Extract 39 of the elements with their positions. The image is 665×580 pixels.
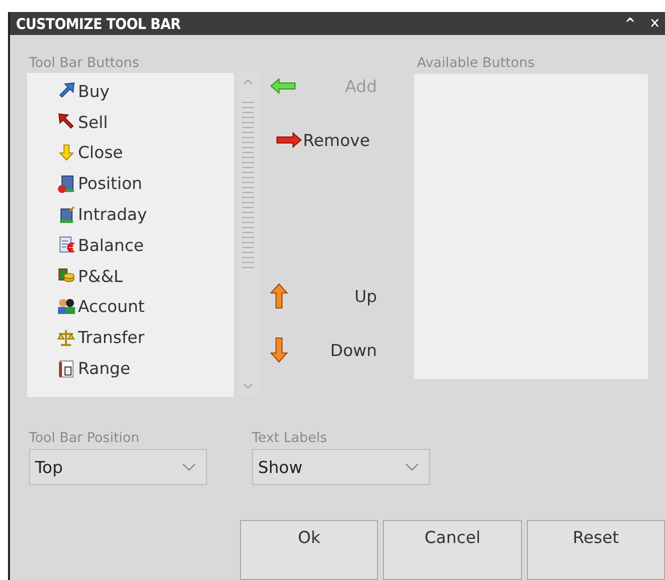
list-item[interactable]: P&&L xyxy=(57,260,234,292)
collapse-button[interactable]: ^ xyxy=(624,16,636,32)
down-button[interactable]: Down xyxy=(262,337,377,363)
up-button[interactable]: Up xyxy=(262,283,377,309)
list-item[interactable]: Close xyxy=(57,138,234,168)
list-item[interactable]: Position xyxy=(57,168,234,200)
list-item[interactable]: Buy xyxy=(57,76,234,107)
close-button[interactable]: ✕ xyxy=(648,16,661,32)
field-label: Tool Bar Position xyxy=(29,430,140,448)
toolbar-item-icon xyxy=(57,142,77,163)
remove-button[interactable]: Remove xyxy=(262,127,384,153)
toolbar-item-icon xyxy=(57,174,77,194)
scroll-down-icon xyxy=(243,383,253,389)
list-item[interactable]: Account xyxy=(57,292,234,322)
toolbar-item-icon xyxy=(57,235,77,256)
dialog-button[interactable]: Reset xyxy=(526,520,665,580)
toolbar-item-icon xyxy=(57,328,77,348)
text-labels-dropdown[interactable]: Show xyxy=(252,449,430,485)
list-label: Available Buttons xyxy=(416,55,536,72)
window-title: CUSTOMIZE TOOL BAR xyxy=(16,14,182,32)
chevron-down-icon xyxy=(405,463,419,471)
field-label: Text Labels xyxy=(252,430,328,448)
dialog-button[interactable]: Cancel xyxy=(383,520,522,580)
toolbar-item-icon xyxy=(57,204,77,225)
left-arrow-icon xyxy=(270,78,296,94)
list-item[interactable]: Range xyxy=(57,353,234,384)
chevron-down-icon xyxy=(182,463,196,471)
list-item[interactable]: Balance xyxy=(57,230,234,261)
list-item[interactable]: Intraday xyxy=(57,199,234,230)
up-arrow-icon xyxy=(270,283,288,309)
list-label: Tool Bar Buttons xyxy=(28,55,140,71)
toolbar-item-icon xyxy=(57,296,77,317)
list-item[interactable]: Sell xyxy=(57,106,234,138)
position-dropdown[interactable]: Top xyxy=(29,449,207,485)
dialog-button[interactable]: Ok xyxy=(240,520,378,580)
down-arrow-icon xyxy=(270,337,288,363)
list-item[interactable]: Transfer xyxy=(57,322,234,354)
scroll-up-icon xyxy=(243,79,253,85)
right-arrow-icon xyxy=(276,132,302,148)
